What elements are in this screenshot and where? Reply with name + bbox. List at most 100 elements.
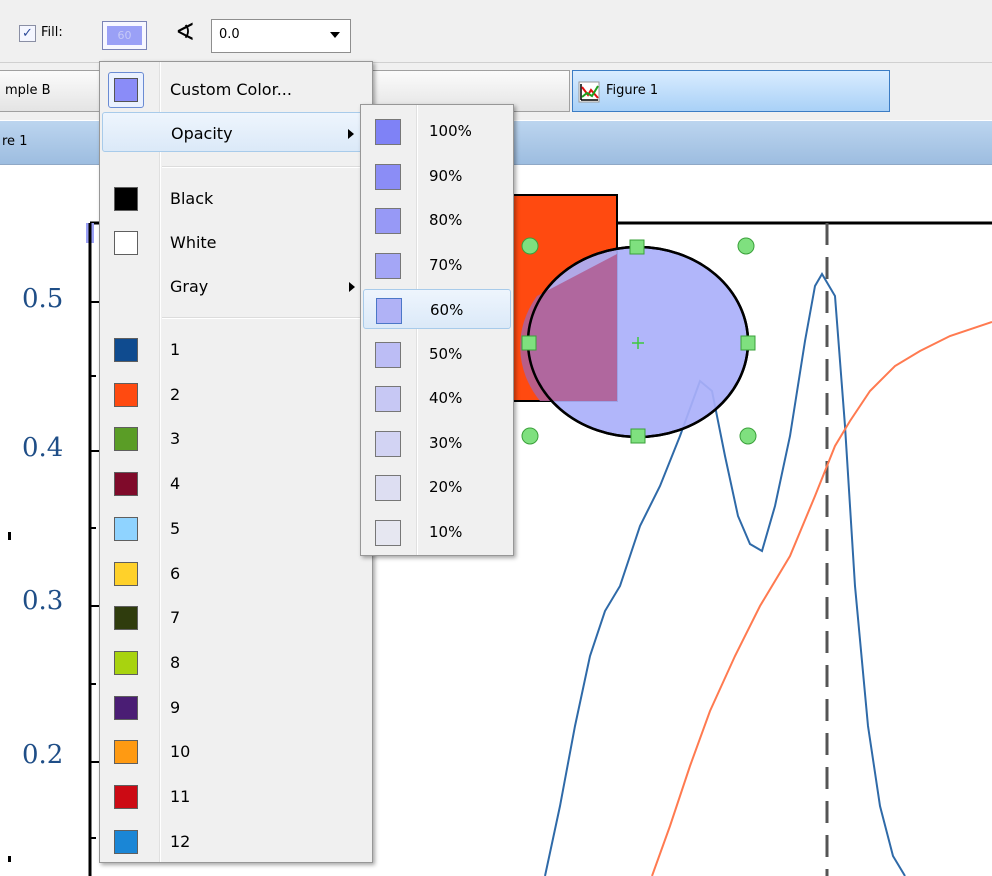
menu-item-black[interactable]: Black (102, 178, 370, 218)
menu-item-color-8[interactable]: 8 (102, 642, 370, 682)
opacity-item-10[interactable]: 10% (363, 512, 511, 552)
menu-item-label: Custom Color... (170, 80, 292, 99)
color-swatch (114, 231, 138, 255)
opacity-item-60[interactable]: 60% (363, 289, 511, 329)
opacity-swatch (376, 298, 402, 324)
opacity-item-70[interactable]: 70% (363, 245, 511, 285)
menu-item-opacity[interactable]: Opacity (102, 112, 370, 152)
color-swatch (114, 562, 138, 586)
opacity-swatch (375, 253, 401, 279)
menu-item-label: Opacity (171, 124, 233, 143)
menu-item-label: White (170, 233, 217, 252)
menu-item-label: 9 (170, 698, 181, 717)
opacity-item-label: 20% (429, 478, 463, 496)
opacity-item-40[interactable]: 40% (363, 378, 511, 418)
opacity-item-label: 70% (429, 256, 463, 274)
menu-item-color-12[interactable]: 12 (102, 821, 370, 861)
opacity-swatch (375, 520, 401, 546)
menu-item-label: 3 (170, 429, 181, 448)
menu-item-label: 2 (170, 385, 181, 404)
menu-item-label: 11 (170, 787, 191, 806)
angle-combobox[interactable]: 0.0 (211, 19, 351, 53)
opacity-item-label: 80% (429, 211, 463, 229)
menu-item-color-1[interactable]: 1 (102, 329, 370, 369)
menu-item-color-6[interactable]: 6 (102, 553, 370, 593)
fill-color-swatch: 60 (107, 26, 142, 45)
opacity-item-label: 30% (429, 434, 463, 452)
color-swatch (114, 606, 138, 630)
opacity-item-label: 90% (429, 167, 463, 185)
tab-sample-b[interactable]: mple B (0, 70, 101, 112)
y-tick-label: 0.5 (22, 284, 64, 314)
opacity-item-label: 10% (429, 523, 463, 541)
axis-label-fragment (8, 856, 11, 862)
submenu-arrow-icon (349, 282, 355, 292)
menu-item-label: 1 (170, 340, 181, 359)
menu-item-color-7[interactable]: 7 (102, 597, 370, 637)
opacity-submenu: 100% 90% 80% 70% 60% 50% 40% 30% 20% 10% (360, 104, 514, 556)
submenu-arrow-icon (348, 129, 354, 139)
angle-value: 0.0 (219, 27, 240, 42)
tab-figure-1[interactable]: Figure 1 (572, 70, 890, 112)
opacity-swatch (375, 431, 401, 457)
opacity-item-100[interactable]: 100% (363, 111, 511, 151)
menu-item-color-5[interactable]: 5 (102, 508, 370, 548)
color-swatch (114, 785, 138, 809)
menu-item-color-4[interactable]: 4 (102, 463, 370, 503)
opacity-item-30[interactable]: 30% (363, 423, 511, 463)
menu-item-color-3[interactable]: 3 (102, 418, 370, 458)
menu-item-custom-color[interactable]: Custom Color... (102, 69, 370, 109)
window-title: re 1 (2, 134, 28, 149)
opacity-swatch (375, 208, 401, 234)
color-swatch (114, 427, 138, 451)
opacity-item-90[interactable]: 90% (363, 156, 511, 196)
opacity-item-label: 60% (430, 301, 464, 319)
fill-checkbox[interactable]: ✓ (19, 25, 36, 42)
opacity-swatch (375, 164, 401, 190)
opacity-swatch (375, 475, 401, 501)
menu-item-label: 7 (170, 608, 181, 627)
axis-label-fragment (8, 532, 11, 540)
y-tick-label: 0.2 (22, 740, 64, 770)
menu-item-gray[interactable]: Gray (102, 266, 370, 306)
color-swatch (114, 696, 138, 720)
color-swatch (114, 187, 138, 211)
y-tick-label: 0.3 (22, 586, 64, 616)
menu-item-color-2[interactable]: 2 (102, 374, 370, 414)
menu-item-label: 8 (170, 653, 181, 672)
opacity-swatch (375, 119, 401, 145)
fill-color-menu: Custom Color... Opacity Black White Gray… (99, 61, 373, 863)
menu-item-label: 12 (170, 832, 191, 851)
opacity-item-label: 50% (429, 345, 463, 363)
tab-label: mple B (5, 83, 51, 98)
menu-item-color-10[interactable]: 10 (102, 731, 370, 771)
opacity-swatch (375, 342, 401, 368)
format-toolbar: ✓ Fill: 60 ∢ 0.0 (0, 0, 992, 62)
opacity-item-50[interactable]: 50% (363, 334, 511, 374)
menu-item-white[interactable]: White (102, 222, 370, 262)
menu-item-color-9[interactable]: 9 (102, 687, 370, 727)
color-swatch (114, 383, 138, 407)
figure-icon (578, 81, 600, 103)
opacity-item-20[interactable]: 20% (363, 467, 511, 507)
menu-item-label: 10 (170, 742, 191, 761)
tab-label: Figure 1 (606, 83, 659, 98)
opacity-item-80[interactable]: 80% (363, 200, 511, 240)
menu-item-color-11[interactable]: 11 (102, 776, 370, 816)
menu-item-label: Gray (170, 277, 209, 296)
menu-separator (162, 317, 368, 319)
color-swatch (114, 830, 138, 854)
opacity-swatch (375, 386, 401, 412)
color-swatch (114, 472, 138, 496)
chevron-down-icon[interactable] (330, 32, 340, 38)
fill-label: Fill: (41, 25, 63, 40)
menu-item-label: 4 (170, 474, 181, 493)
opacity-item-label: 40% (429, 389, 463, 407)
fill-color-button[interactable]: 60 (102, 21, 147, 50)
color-swatch (114, 338, 138, 362)
color-swatch (114, 740, 138, 764)
menu-item-label: Black (170, 189, 214, 208)
menu-item-label: 6 (170, 564, 181, 583)
current-color-icon (114, 78, 138, 102)
color-swatch (114, 651, 138, 675)
